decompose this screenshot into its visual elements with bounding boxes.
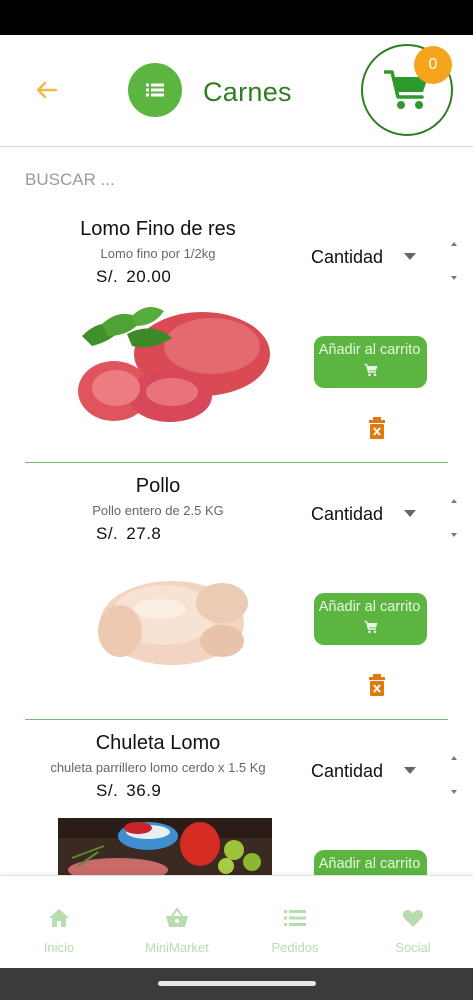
- scroll-down-icon[interactable]: [451, 790, 457, 794]
- price-currency: S/.: [96, 267, 119, 286]
- quantity-label: Cantidad: [311, 760, 384, 781]
- bottom-navigation: Inicio MiniMarket Pedidos Social: [0, 875, 473, 968]
- add-to-cart-label: Añadir al carrito: [318, 599, 421, 615]
- nav-item-inicio[interactable]: Inicio: [0, 876, 118, 969]
- delete-icon[interactable]: [367, 416, 387, 440]
- product-card: Lomo Fino de res Lomo fino por 1/2kg S/.…: [0, 206, 473, 463]
- delete-icon[interactable]: [367, 673, 387, 697]
- list-icon: [284, 910, 306, 926]
- product-description: chuleta parrillero lomo cerdo x 1.5 Kg: [50, 760, 266, 775]
- scroll-up-icon[interactable]: [451, 499, 457, 503]
- app-bar: Carnes 0: [0, 35, 473, 147]
- product-price: S/. 20.00: [96, 267, 171, 287]
- chicken-image: [98, 581, 248, 665]
- price-currency: S/.: [96, 781, 119, 800]
- product-name: Lomo Fino de res: [80, 218, 236, 240]
- add-to-cart-button[interactable]: Añadir al carrito: [314, 336, 427, 388]
- product-price: S/. 27.8: [96, 524, 161, 544]
- basket-icon: [166, 907, 188, 927]
- nav-item-minimarket[interactable]: MiniMarket: [118, 876, 236, 969]
- nav-label: Pedidos: [271, 940, 319, 955]
- list-icon: [146, 83, 164, 97]
- product-card: Chuleta Lomo chuleta parrillero lomo cer…: [0, 720, 473, 875]
- chevron-down-icon: [404, 767, 416, 774]
- quantity-select[interactable]: Cantidad: [311, 756, 426, 786]
- cart-count-badge: 0: [414, 46, 452, 84]
- scroll-down-icon[interactable]: [451, 276, 457, 280]
- nav-item-social[interactable]: Social: [354, 876, 472, 969]
- product-price: S/. 36.9: [96, 781, 161, 801]
- pork-chop-image: [58, 818, 272, 875]
- scroll-up-icon[interactable]: [451, 242, 457, 246]
- nav-label: Inicio: [43, 940, 75, 955]
- quantity-label: Cantidad: [311, 503, 384, 524]
- quantity-select[interactable]: Cantidad: [311, 499, 426, 529]
- product-description: Pollo entero de 2.5 KG: [92, 503, 224, 518]
- quantity-select[interactable]: Cantidad: [311, 242, 426, 272]
- arrow-left-icon: [36, 81, 58, 99]
- category-menu-button[interactable]: [128, 63, 182, 117]
- system-navigation-bar: [0, 968, 473, 1000]
- add-to-cart-label: Añadir al carrito: [318, 856, 421, 872]
- home-indicator[interactable]: [158, 981, 316, 986]
- product-name: Pollo: [135, 475, 181, 497]
- back-button[interactable]: [30, 73, 64, 107]
- price-value: 27.8: [126, 524, 162, 543]
- search-input[interactable]: [14, 160, 454, 200]
- chevron-down-icon: [404, 510, 416, 517]
- add-to-cart-label: Añadir al carrito: [318, 342, 421, 358]
- heart-icon: [402, 910, 424, 927]
- add-to-cart-button[interactable]: Añadir al carrito: [314, 593, 427, 645]
- product-description: Lomo fino por 1/2kg: [100, 246, 216, 261]
- home-icon: [49, 909, 69, 927]
- nav-item-pedidos[interactable]: Pedidos: [236, 876, 354, 969]
- product-card: Pollo Pollo entero de 2.5 KG S/. 27.8 Can…: [0, 463, 473, 720]
- shopping-cart-icon: [364, 363, 377, 377]
- scroll-down-icon[interactable]: [451, 533, 457, 537]
- product-name: Chuleta Lomo: [95, 732, 221, 754]
- quantity-label: Cantidad: [311, 246, 384, 267]
- chevron-down-icon: [404, 253, 416, 260]
- beef-image: [78, 307, 270, 422]
- price-value: 20.00: [126, 267, 172, 286]
- price-value: 36.9: [126, 781, 162, 800]
- add-to-cart-button[interactable]: Añadir al carrito: [314, 850, 427, 875]
- nav-label: MiniMarket: [145, 940, 209, 955]
- shopping-cart-icon: [364, 620, 377, 634]
- nav-label: Social: [395, 940, 431, 955]
- page-title: Carnes: [203, 77, 292, 107]
- scroll-up-icon[interactable]: [451, 756, 457, 760]
- status-bar: [0, 0, 473, 35]
- price-currency: S/.: [96, 524, 119, 543]
